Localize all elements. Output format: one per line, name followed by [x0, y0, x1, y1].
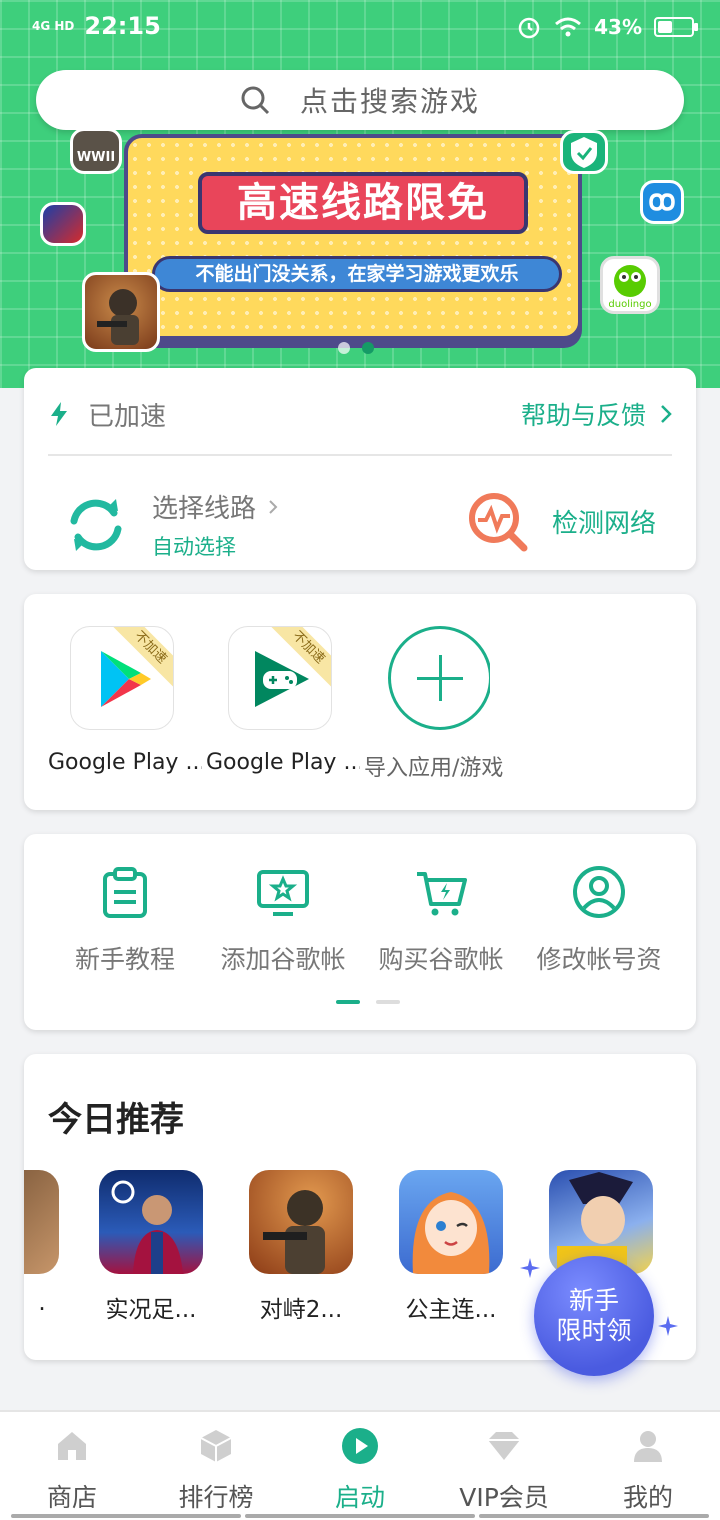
diamond-icon: [488, 1432, 520, 1460]
accel-status: 已加速: [88, 401, 167, 432]
bottom-navigation: 商店 排行榜 启动 VIP会员 我的: [0, 1410, 720, 1520]
tool-add-google-account[interactable]: 添加谷歌帐: [204, 864, 362, 976]
footballer-icon: [111, 1180, 183, 1274]
acceleration-card: 已加速 帮助与反馈 选择线路 自动选择 检测网络: [24, 368, 696, 570]
game-name: .: [38, 1290, 46, 1316]
tool-buy-google-account[interactable]: 购买谷歌帐: [362, 864, 520, 976]
carousel-indicator: [338, 342, 374, 354]
tool-edit-account-info[interactable]: 修改帐号资: [520, 864, 678, 976]
nav-item-ranking[interactable]: 排行榜: [144, 1412, 288, 1520]
game-item-efootball[interactable]: 实况足...: [86, 1170, 216, 1324]
clock: 22:15: [84, 12, 161, 40]
carousel-dot: [338, 342, 350, 354]
carousel-dot-active: [362, 342, 374, 354]
study-app-thumbnail: [560, 130, 608, 174]
shield-check-icon: [571, 137, 597, 168]
network-check-icon: [468, 493, 528, 552]
pager-dot-active: [336, 1000, 360, 1004]
promo-line2: 限时领: [556, 1316, 632, 1345]
network-indicator: 4G HD: [32, 19, 75, 33]
monitor-star-icon: [257, 870, 309, 916]
search-placeholder: 点击搜索游戏: [299, 85, 480, 118]
recommend-title: 今日推荐: [48, 1100, 184, 1140]
app-item-google-play-store[interactable]: 不加速 Google Play ...: [48, 626, 206, 782]
detect-network-label: 检测网络: [551, 508, 656, 539]
game-name: 对峙2...: [259, 1297, 343, 1323]
sparkle-icon: [520, 1258, 540, 1278]
duolingo-thumbnail: duolingo: [600, 256, 660, 314]
nav-item-me[interactable]: 我的: [576, 1412, 720, 1520]
banner-subtitle: 不能出门没关系，在家学习游戏更欢乐: [152, 256, 562, 292]
gesture-bar: [0, 1514, 720, 1520]
infinity-icon: [649, 193, 675, 211]
game-artwork: [24, 1170, 59, 1274]
app-icon-tile: 不加速: [228, 626, 332, 730]
sparkle-icon: [658, 1316, 678, 1336]
status-bar: 4G HD 22:15 43%: [0, 0, 720, 56]
game-artwork: [249, 1170, 353, 1274]
nav-item-vip[interactable]: VIP会员: [432, 1412, 576, 1520]
nav-item-launch[interactable]: 启动: [288, 1412, 432, 1520]
help-feedback-link[interactable]: 帮助与反馈: [521, 396, 672, 432]
select-route-button[interactable]: 选择线路 自动选择: [62, 488, 278, 561]
detect-network-button[interactable]: 检测网络: [466, 490, 656, 552]
game-item-princess-connect[interactable]: 公主连...: [386, 1170, 516, 1324]
wwii-game-thumbnail: WWII: [70, 128, 122, 174]
import-app-label: 导入应用/游戏: [364, 756, 504, 781]
football-game-thumbnail: [40, 202, 86, 246]
accelerated-apps-card: 不加速 Google Play ... 不加速 Google Play ... …: [24, 594, 696, 810]
game-name: 实况足...: [105, 1297, 197, 1323]
banner-title: 高速线路限免: [198, 172, 528, 234]
owl-icon: [614, 265, 646, 297]
soldier-icon: [97, 289, 139, 345]
route-value: 自动选择: [152, 535, 236, 559]
home-icon: [58, 1432, 86, 1460]
person-icon: [634, 1431, 662, 1462]
game-artwork: [399, 1170, 503, 1274]
divider: [48, 454, 672, 456]
game-item[interactable]: .: [24, 1170, 72, 1316]
soldier-icon: [263, 1190, 325, 1274]
battery-icon: [654, 17, 698, 37]
chevron-right-icon: [269, 499, 278, 514]
app-label: Google Play ...: [206, 750, 360, 775]
cube-icon: [200, 1430, 232, 1462]
tool-tutorial[interactable]: 新手教程: [46, 864, 204, 976]
import-app-button[interactable]: 导入应用/游戏: [364, 626, 522, 782]
anime-character-icon: [412, 1192, 490, 1274]
promo-line1: 新手: [568, 1286, 619, 1315]
nav-item-store[interactable]: 商店: [0, 1412, 144, 1520]
cart-bolt-icon: [417, 872, 467, 916]
tools-card: 新手教程 添加谷歌帐 购买谷歌帐 修改帐号资: [24, 834, 696, 1030]
wifi-icon: [555, 17, 582, 37]
shooter-game-thumbnail: [82, 272, 160, 352]
chevron-right-icon: [661, 405, 672, 423]
refresh-icon: [70, 498, 122, 551]
game-name: 公主连...: [405, 1297, 497, 1323]
tools-pager: [336, 1000, 400, 1004]
user-circle-icon: [573, 866, 625, 918]
newbie-promo-badge[interactable]: 新手 限时领: [534, 1256, 654, 1376]
app-item-google-play-games[interactable]: 不加速 Google Play ...: [206, 626, 364, 782]
search-icon: [241, 86, 270, 115]
game-item-standoff[interactable]: 对峙2...: [236, 1170, 366, 1324]
search-bar[interactable]: 点击搜索游戏: [36, 70, 684, 130]
hero-banner-area: 4G HD 22:15 43% 点击搜索游戏 高速线路限免 不能出门没关系，在家…: [0, 0, 720, 388]
pager-dot: [376, 1000, 400, 1004]
clipboard-icon: [103, 867, 147, 918]
bolt-icon: [51, 402, 67, 426]
game-artwork: [99, 1170, 203, 1274]
plus-circle-icon: [388, 626, 490, 730]
app-icon-tile: 不加速: [70, 626, 174, 730]
play-icon: [342, 1428, 378, 1464]
app-label: Google Play ...: [48, 750, 202, 775]
battery-percent: 43%: [594, 15, 642, 39]
alarm-icon: [518, 17, 540, 39]
route-label: 选择线路: [152, 494, 257, 524]
link-app-thumbnail: [640, 180, 684, 224]
